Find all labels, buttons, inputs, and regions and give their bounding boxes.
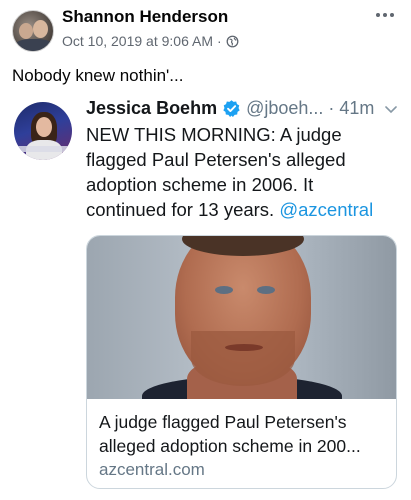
card-image [87, 236, 396, 399]
post-meta: Oct 10, 2019 at 9:06 AM · [62, 33, 239, 49]
tweet-dot: · [328, 98, 335, 118]
tweet-body: NEW THIS MORNING: A judge flagged Paul P… [86, 122, 391, 222]
tweet-time[interactable]: 41m [339, 98, 374, 119]
tweet-header: Jessica Boehm @jboeh... · 41m [86, 98, 374, 119]
author-avatar[interactable] [12, 10, 54, 52]
embedded-tweet[interactable]: Jessica Boehm @jboeh... · 41m NEW THIS M… [0, 92, 411, 500]
post-timestamp[interactable]: Oct 10, 2019 at 9:06 AM [62, 33, 213, 49]
globe-icon [226, 35, 239, 47]
tweet-handle[interactable]: @jboeh... [246, 98, 323, 119]
link-preview-card[interactable]: A judge flagged Paul Petersen's alleged … [86, 235, 397, 489]
verified-badge-icon [223, 100, 240, 117]
author-name[interactable]: Shannon Henderson [62, 7, 228, 27]
post-text: Nobody knew nothin'... [12, 66, 184, 85]
tweet-author-name[interactable]: Jessica Boehm [86, 98, 217, 119]
post-header: Shannon Henderson Oct 10, 2019 at 9:06 A… [0, 0, 411, 58]
more-options-icon[interactable] [373, 8, 397, 22]
tweet-author-avatar[interactable] [14, 102, 72, 160]
mention-link[interactable]: @azcentral [279, 199, 373, 220]
chevron-down-icon[interactable] [385, 106, 397, 114]
meta-separator: · [217, 33, 222, 49]
card-domain: azcentral.com [99, 460, 205, 479]
card-title: A judge flagged Paul Petersen's alleged … [99, 412, 361, 456]
